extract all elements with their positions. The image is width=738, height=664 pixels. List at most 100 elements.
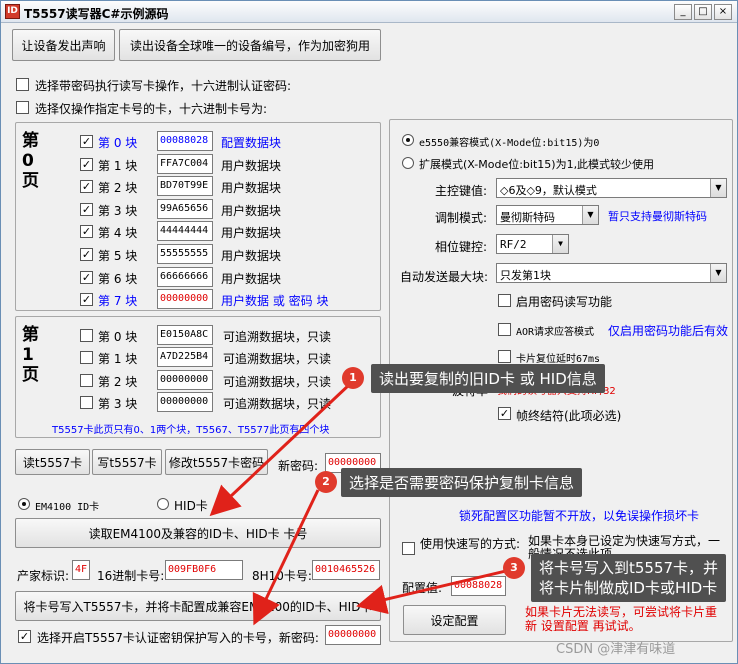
read-uid-button[interactable]: 读出设备全球唯一的设备编号，作为加密狗用 [119, 29, 381, 61]
block-value-input[interactable]: 00000000 [157, 369, 213, 390]
block-value-input[interactable]: A7D225B4 [157, 347, 213, 368]
minimize-button[interactable]: _ [674, 4, 692, 20]
block-checkbox[interactable]: ✓ [80, 135, 93, 148]
cfg-label: 配置值: [402, 581, 443, 595]
block-label: 第 3 块 [98, 396, 138, 411]
chevron-down-icon[interactable]: ▼ [710, 264, 726, 282]
window-title: T5557读写器C#示例源码 [24, 7, 169, 21]
block-checkbox[interactable]: ✓ [80, 248, 93, 261]
block-checkbox[interactable]: ✓ [80, 270, 93, 284]
mode-e5550-label: e5550兼容模式(X-Mode位:bit15)为0 [419, 138, 600, 149]
block-value-input[interactable]: FFA7C004 [157, 153, 213, 174]
block-value-input[interactable]: 00000000 [157, 391, 213, 412]
card-no-checkbox[interactable] [16, 101, 29, 114]
page1-title: 第1页 [22, 325, 39, 385]
reset-delay-label: 卡片复位延时67ms [516, 354, 601, 365]
pwd-op-checkbox[interactable] [16, 78, 29, 91]
read-t5557-button[interactable]: 读t5557卡 [15, 449, 90, 475]
block-label: 第 3 块 [98, 203, 138, 218]
block-value-input[interactable]: 55555555 [157, 244, 213, 264]
page1-group: 第1页 第 0 块 E0150A8C 可追溯数据块，只读第 1 块 A7D225B4 可… [15, 316, 381, 438]
block-checkbox[interactable]: ✓ [80, 225, 93, 239]
block-checkbox[interactable]: ✓ [80, 293, 93, 307]
block-checkbox[interactable]: ✓ [80, 157, 93, 171]
hex-input[interactable]: 009FB0F6 [165, 560, 243, 580]
block-checkbox[interactable] [80, 351, 93, 365]
mod-select[interactable]: 曼彻斯特码 ▼ [496, 205, 599, 225]
block-checkbox[interactable]: ✓ [80, 202, 93, 216]
phase-label: 相位键控: [435, 240, 488, 254]
block-value-input[interactable]: E0150A8C [157, 325, 213, 345]
block-checkbox[interactable] [80, 373, 93, 387]
block-desc: 可追溯数据块，只读 [223, 374, 332, 389]
set-config-button[interactable]: 设定配置 [403, 605, 506, 635]
change-pwd-button[interactable]: 修改t5557卡密码 [165, 449, 268, 475]
block-label: 第 2 块 [98, 181, 138, 196]
block-value-input[interactable]: 99A65656 [157, 198, 213, 219]
chevron-down-icon[interactable]: ▼ [710, 179, 726, 197]
hid-radio[interactable] [157, 498, 169, 510]
beep-button[interactable]: 让设备发出声响 [12, 29, 115, 61]
maxblk-select[interactable]: 只发第1块 ▼ [496, 263, 727, 283]
callout-badge-2: 2 [315, 471, 337, 493]
chevron-down-icon[interactable]: ▼ [582, 206, 598, 224]
new-pwd-label: 新密码: [278, 459, 319, 473]
callout-3-line2: 将卡片制做成ID卡或HID卡 [539, 579, 718, 597]
block-desc: 可追溯数据块，只读 [223, 396, 332, 411]
pwd-func-checkbox[interactable] [498, 294, 511, 307]
block-label: 第 6 块 [98, 271, 138, 286]
block-value-input[interactable]: 66666666 [157, 266, 213, 287]
block-checkbox[interactable]: ✓ [80, 180, 93, 194]
protect-label: 选择开启T5557卡认证密钥保护写入的卡号，新密码: [37, 631, 319, 645]
mode-ext-radio[interactable] [402, 157, 414, 169]
block-label: 第 7 块 [98, 294, 138, 309]
cfg-input[interactable]: 00088028 [451, 576, 506, 596]
read-em-button[interactable]: 读取EM4100及兼容的ID卡、HID卡 卡号 [15, 518, 381, 548]
master-select[interactable]: ◇6及◇9，默认模式 ▼ [496, 178, 727, 198]
protect-checkbox[interactable]: ✓ [18, 630, 31, 643]
maxblk-value: 只发第1块 [500, 269, 551, 282]
maxblk-label: 自动发送最大块: [400, 270, 489, 284]
block-label: 第 1 块 [98, 352, 138, 367]
block-value-input[interactable]: 44444444 [157, 221, 213, 242]
chevron-down-icon[interactable]: ▼ [552, 235, 568, 253]
master-label: 主控键值: [435, 184, 488, 198]
block-value-input[interactable]: 00088028 [157, 131, 213, 151]
maximize-button[interactable]: □ [694, 4, 712, 20]
dec-input[interactable]: 0010465526 [312, 560, 380, 580]
block-label: 第 1 块 [98, 158, 138, 173]
page0-title: 第0页 [22, 131, 39, 191]
block-desc: 配置数据块 [221, 136, 282, 150]
master-value: ◇6及◇9，默认模式 [500, 184, 597, 197]
mode-ext-label: 扩展模式(X-Mode位:bit15)为1,此模式较少使用 [419, 158, 655, 171]
phase-select[interactable]: RF/2 ▼ [496, 234, 569, 254]
em4100-label: EM4100 ID卡 [35, 502, 100, 513]
block-value-input[interactable]: BD70T99E [157, 176, 213, 197]
callout-badge-3: 3 [503, 557, 525, 579]
mode-e5550-radio[interactable] [402, 134, 414, 146]
protect-pwd-input[interactable]: 00000000 [325, 625, 381, 645]
block-value-input[interactable]: 00000000 [157, 289, 213, 310]
vendor-input[interactable]: 4F [72, 560, 90, 580]
quick-write-checkbox[interactable] [402, 542, 415, 555]
aor-checkbox[interactable] [498, 323, 511, 336]
block-label: 第 4 块 [98, 226, 138, 241]
callout-2: 选择是否需要密码保护复制卡信息 [341, 468, 583, 497]
hex-label: 16进制卡号: [97, 569, 165, 583]
dec-label: 8H10卡号: [252, 569, 312, 583]
write-t5557-button[interactable]: 写t5557卡 [92, 449, 162, 475]
aor-note: 仅启用密码功能后有效 [608, 324, 729, 338]
pwd-op-label: 选择带密码执行读写卡操作，十六进制认证密码: [35, 79, 292, 93]
block-checkbox[interactable] [80, 395, 93, 409]
callout-1: 读出要复制的旧ID卡 或 HID信息 [371, 364, 605, 393]
mod-note: 暂只支持曼彻斯特码 [608, 210, 707, 223]
em4100-radio[interactable] [18, 498, 30, 510]
block-desc: 可追溯数据块，只读 [223, 352, 332, 367]
close-button[interactable]: × [714, 4, 732, 20]
write-em-button[interactable]: 将卡号写入T5557卡，并将卡配置成兼容EM4100的ID卡、HID卡 [15, 591, 381, 621]
block-checkbox[interactable] [80, 329, 93, 342]
terminator-checkbox[interactable]: ✓ [498, 407, 511, 420]
mod-label: 调制模式: [435, 211, 488, 225]
reset-delay-checkbox[interactable] [498, 350, 511, 363]
aor-label: AOR请求应答模式 [516, 327, 595, 338]
